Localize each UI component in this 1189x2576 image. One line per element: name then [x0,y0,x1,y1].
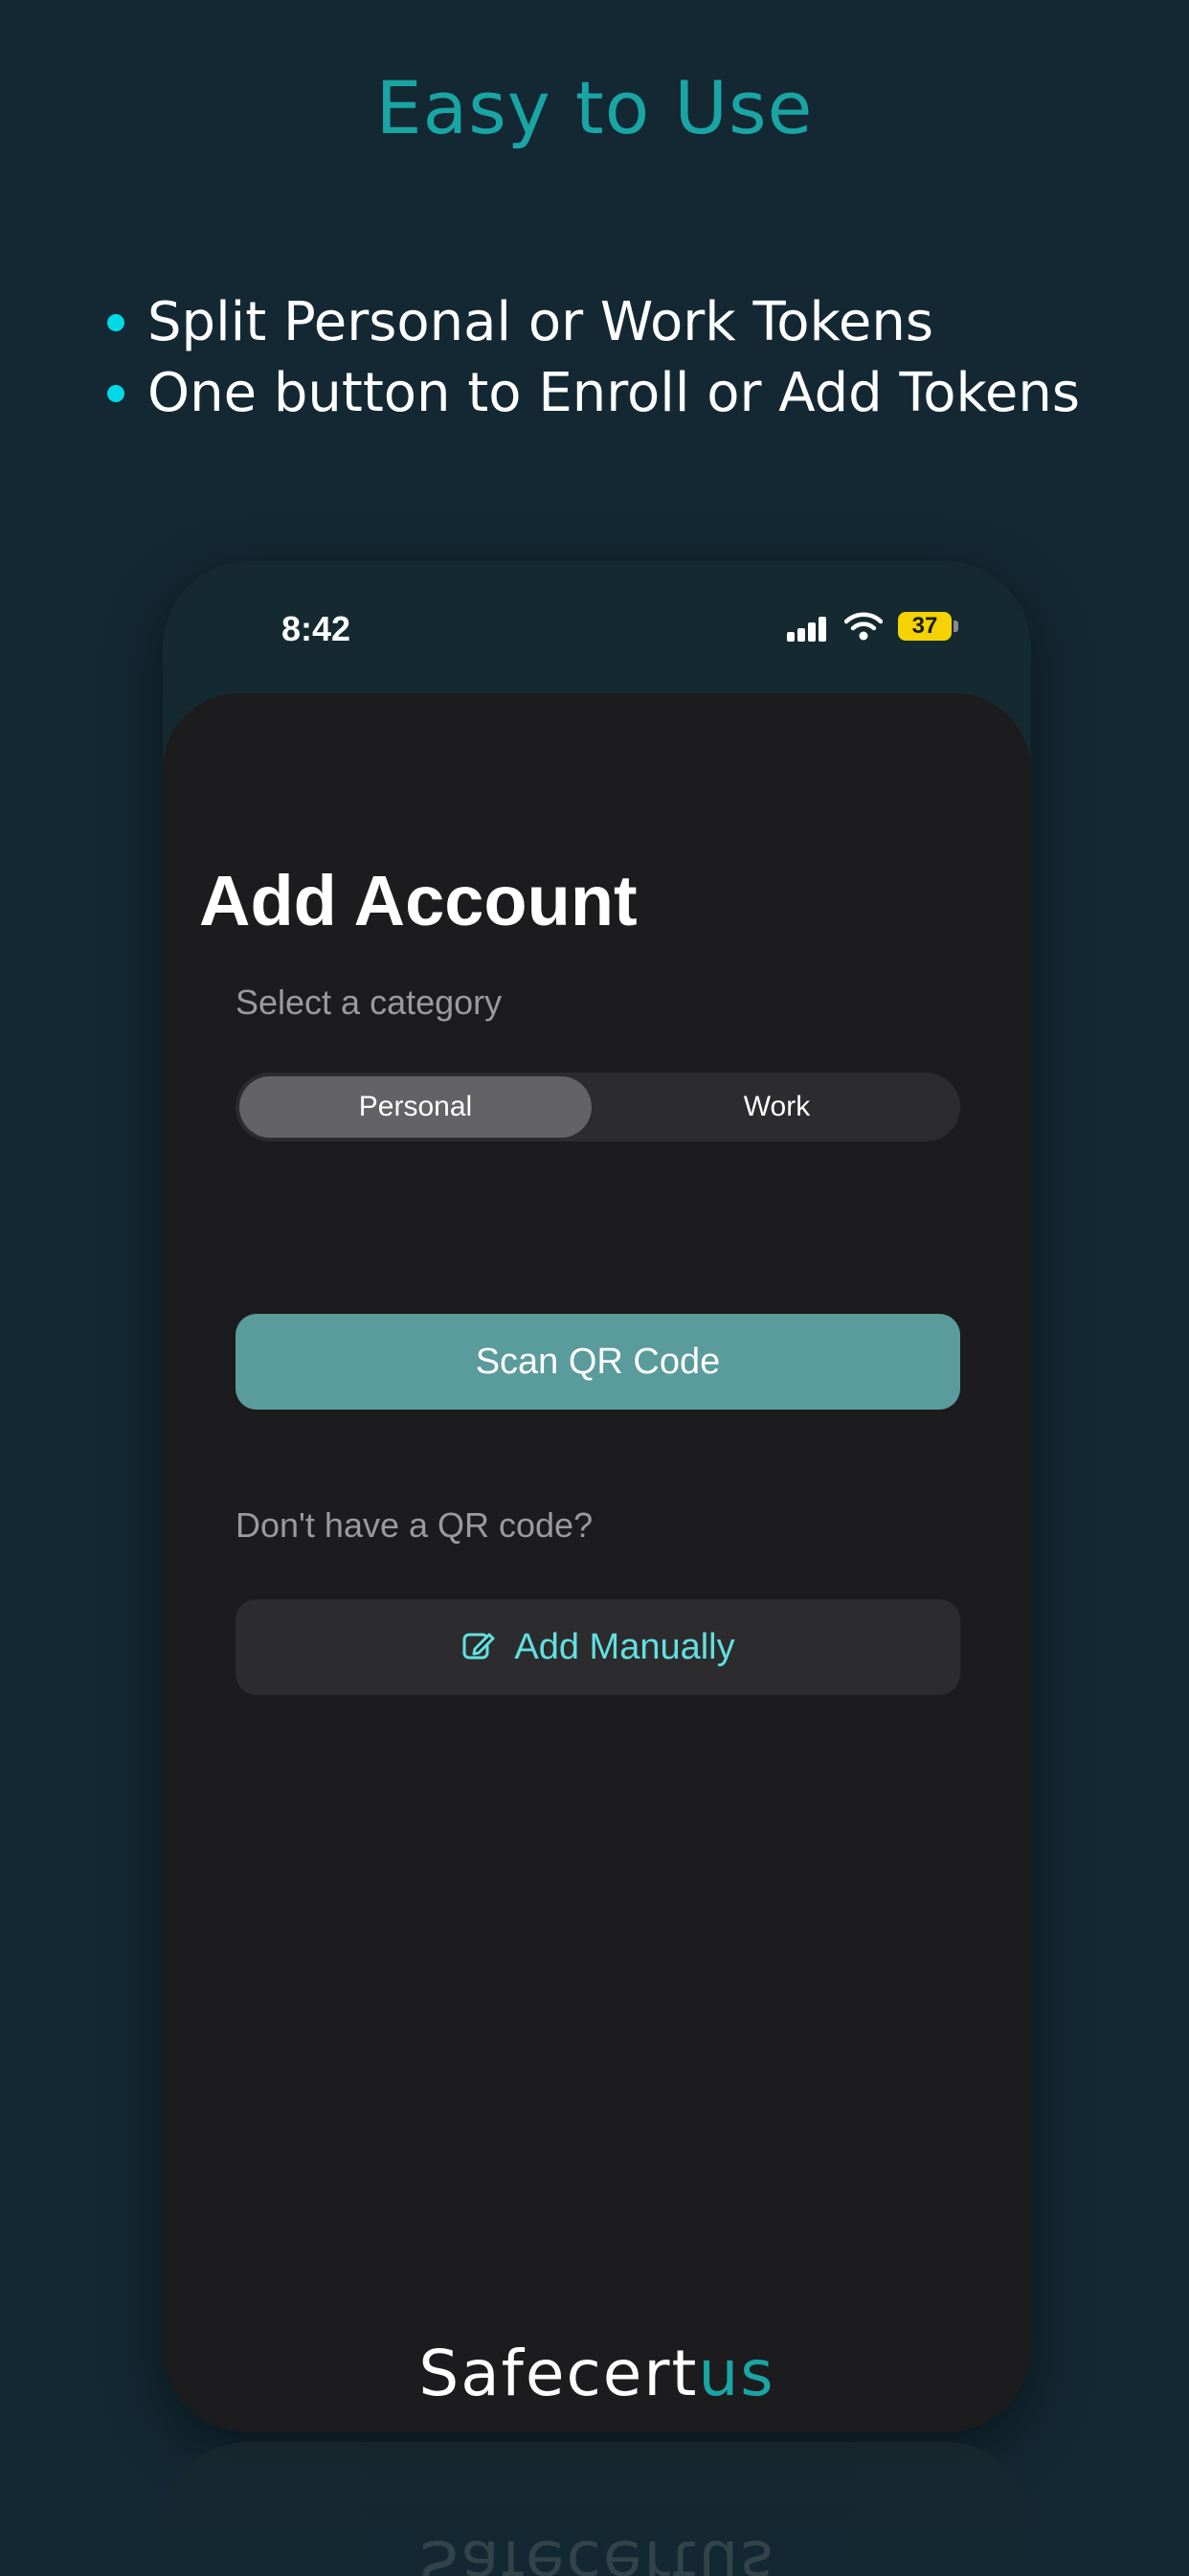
edit-icon [462,1633,495,1660]
feature-text: Split Personal or Work Tokens [147,291,934,353]
segment-personal[interactable]: Personal [239,1076,592,1138]
no-qr-label: Don't have a QR code? [236,1505,594,1545]
scan-qr-button[interactable]: Scan QR Code [236,1314,960,1410]
segment-work[interactable]: Work [597,1076,956,1138]
status-time: 8:42 [281,609,351,648]
brand-accent: us [698,2337,775,2410]
brand-logo: Safecertus [163,2337,1031,2410]
wifi-icon [844,612,883,641]
add-manually-button[interactable]: Add Manually [236,1599,960,1695]
phone-frame: 8:42 37 Add Account Select a category Pe… [163,561,1031,2432]
bullet-dot-icon [107,314,124,331]
add-manually-label: Add Manually [514,1627,735,1667]
reflection-logo: Safecertus [418,2526,775,2576]
battery-cap [953,621,958,632]
feature-text: One button to Enroll or Add Tokens [147,362,1081,424]
phone-reflection: Safecertus [163,2442,1031,2576]
signal-icon [787,615,833,642]
page-title: Add Account [199,861,638,940]
feature-list: Split Personal or Work Tokens One button… [105,287,1080,429]
battery-icon: 37 [898,612,952,641]
feature-item: One button to Enroll or Add Tokens [105,358,1080,429]
brand-name: Safecert [418,2337,699,2410]
add-account-screen: Add Account Select a category Personal W… [163,693,1031,2432]
category-segmented-control: Personal Work [236,1073,960,1141]
feature-item: Split Personal or Work Tokens [105,287,1080,358]
bullet-dot-icon [107,385,124,402]
category-label: Select a category [236,983,503,1022]
status-bar: 8:42 37 [163,561,1031,695]
headline: Easy to Use [375,65,814,150]
